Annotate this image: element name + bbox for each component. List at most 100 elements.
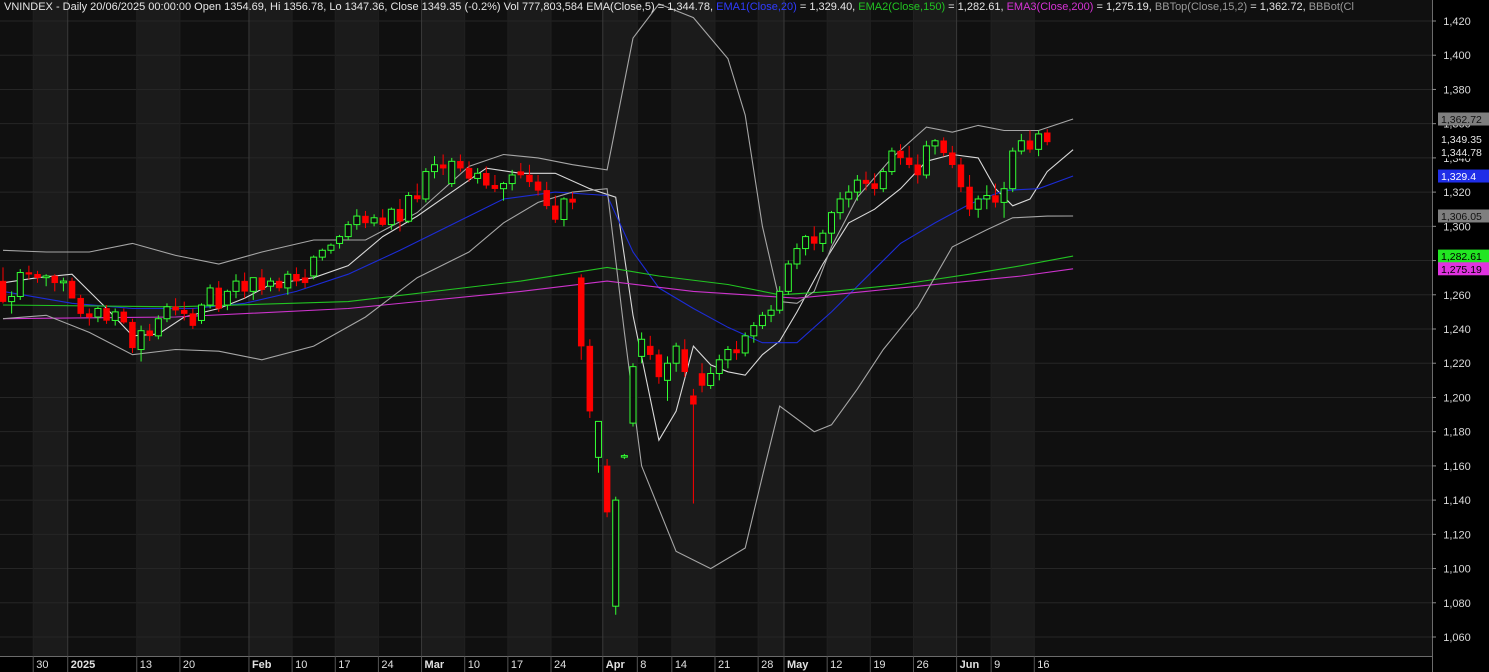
candle-body xyxy=(241,280,248,292)
x-tick-label: 19 xyxy=(873,659,885,671)
candle-body xyxy=(353,215,361,226)
y-tick-label: 1,080 xyxy=(1443,598,1471,610)
candle[interactable] xyxy=(922,140,930,179)
candle-body xyxy=(301,277,309,284)
candle[interactable] xyxy=(16,269,24,300)
candle[interactable] xyxy=(422,168,430,203)
candle-body xyxy=(690,395,697,405)
candle[interactable] xyxy=(603,459,611,518)
candle[interactable] xyxy=(77,294,84,318)
candle-body xyxy=(146,330,153,337)
x-tick-label: Jun xyxy=(960,659,980,671)
candle[interactable] xyxy=(129,318,136,353)
candle-body xyxy=(232,280,240,292)
candle-body xyxy=(793,248,801,265)
y-tick-label: 1,240 xyxy=(1443,324,1471,336)
week-band xyxy=(335,0,379,656)
candle-body xyxy=(517,171,525,176)
candle-body xyxy=(871,183,878,189)
y-axis[interactable]: 1,060 1,080 1,100 1,120 1,140 1,160 1,180 1,200… xyxy=(1432,0,1489,672)
x-tick-label: Apr xyxy=(606,659,626,671)
candle[interactable] xyxy=(586,339,594,418)
week-band xyxy=(784,0,828,656)
header-segment: VNINDEX - Daily 20/06/2025 00:00:00 Open… xyxy=(4,1,587,13)
candle[interactable] xyxy=(405,192,413,223)
week-band xyxy=(956,0,992,656)
candle-body xyxy=(552,205,559,220)
candle-body xyxy=(42,275,50,279)
candle[interactable] xyxy=(310,255,318,280)
candle[interactable] xyxy=(206,284,214,309)
candle[interactable] xyxy=(612,496,620,615)
candle-body xyxy=(931,140,939,147)
value-tag-label: 1,349.35 xyxy=(1441,134,1482,146)
candle[interactable] xyxy=(448,157,456,187)
y-tick-label: 1,120 xyxy=(1443,529,1471,541)
candle-body xyxy=(655,354,663,378)
candle-body xyxy=(258,277,266,290)
candle[interactable] xyxy=(879,168,887,193)
header-segment: = 1,282.61, xyxy=(945,1,1007,13)
candle-body xyxy=(750,325,758,337)
candle-body xyxy=(707,372,715,386)
stock-chart[interactable]: 1,060 1,080 1,100 1,120 1,140 1,160 1,180 1,200… xyxy=(0,0,1489,672)
time-bands xyxy=(0,0,1432,656)
candle-body xyxy=(1009,150,1017,190)
candle[interactable] xyxy=(154,315,162,340)
candle-body xyxy=(267,280,275,287)
candle-body xyxy=(776,290,784,311)
candle-body xyxy=(897,150,904,159)
candle-body xyxy=(491,185,499,189)
candle-body xyxy=(483,173,490,186)
week-band xyxy=(421,0,465,656)
candle-body xyxy=(664,362,672,381)
candle-body xyxy=(86,313,93,318)
candle-body xyxy=(1017,140,1025,152)
candle-body xyxy=(396,208,404,222)
candle-body xyxy=(758,314,766,327)
chart-header: VNINDEX - Daily 20/06/2025 00:00:00 Open… xyxy=(4,1,1354,14)
candle-body xyxy=(197,304,205,321)
candle-body xyxy=(59,280,67,284)
candle[interactable] xyxy=(888,147,896,175)
week-band xyxy=(551,0,603,656)
candle[interactable] xyxy=(1009,147,1017,193)
candle[interactable] xyxy=(741,332,749,357)
candlestick-chart-svg[interactable]: 1,060 1,080 1,100 1,120 1,140 1,160 1,180 1,200… xyxy=(0,0,1489,672)
candle[interactable] xyxy=(784,260,792,295)
candle-body xyxy=(853,179,861,193)
candle-body xyxy=(827,212,835,234)
header-segment: BBBot(Cl xyxy=(1308,1,1354,13)
x-tick-label: May xyxy=(787,659,809,671)
candle-body xyxy=(715,359,723,374)
week-band xyxy=(602,0,638,656)
candle-body xyxy=(879,171,887,190)
candle-body xyxy=(223,290,231,306)
y-tick-label: 1,300 xyxy=(1443,221,1471,233)
week-band xyxy=(378,0,422,656)
candle-body xyxy=(612,499,620,607)
candle-body xyxy=(784,263,792,292)
x-tick-label: 9 xyxy=(994,659,1000,671)
candle[interactable] xyxy=(629,363,637,427)
candle-body xyxy=(310,256,318,277)
week-band xyxy=(870,0,914,656)
candle-body xyxy=(534,181,542,191)
x-tick-label: 28 xyxy=(761,659,773,671)
header-segment: = 1,344.78, xyxy=(654,1,717,13)
candle-body xyxy=(767,309,775,316)
candle-body xyxy=(569,198,576,203)
candle-body xyxy=(137,330,145,351)
candle[interactable] xyxy=(197,303,205,324)
x-axis[interactable]: 30 2025 13 20 Feb 10 17 24 Mar 10 17 24 Apr 8 14 21 28 Ma… xyxy=(0,656,1432,672)
candle-body xyxy=(327,244,335,251)
y-tick-label: 1,200 xyxy=(1443,392,1471,404)
candle-body xyxy=(387,208,395,226)
header-segment: EMA1(Close,20) xyxy=(716,1,797,13)
candle-body xyxy=(1026,140,1034,150)
week-band xyxy=(827,0,871,656)
candle-body xyxy=(362,215,369,224)
x-tick-label: 10 xyxy=(295,659,307,671)
candle-body xyxy=(439,164,447,169)
candle-body xyxy=(249,277,257,292)
